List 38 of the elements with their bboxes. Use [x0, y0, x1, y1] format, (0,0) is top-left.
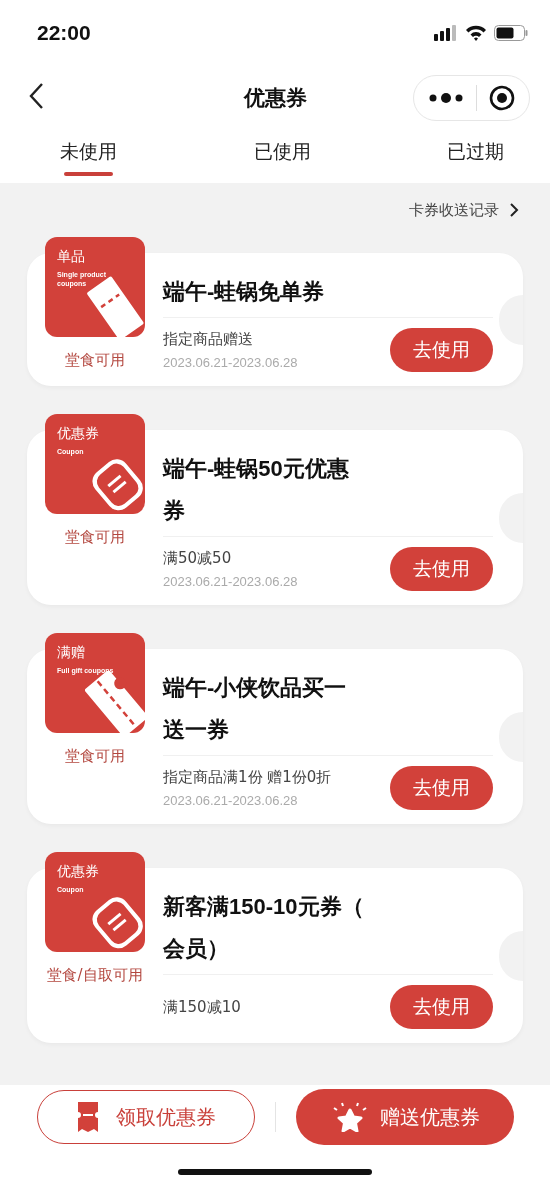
battery-icon — [494, 24, 528, 41]
receive-coupon-button[interactable]: 领取优惠券 — [36, 1090, 255, 1144]
usage-scope: 堂食可用 — [65, 747, 125, 766]
use-button[interactable]: 去使用 — [390, 547, 493, 591]
badge-label: 优惠券 — [57, 862, 100, 880]
use-button[interactable]: 去使用 — [390, 328, 493, 372]
badge-label: 单品 — [57, 247, 86, 265]
gift-coupon-button[interactable]: 赠送优惠券 — [295, 1089, 514, 1145]
page-title: 优惠券 — [243, 84, 307, 112]
coupon-condition: 指定商品赠送 — [163, 330, 254, 349]
coupon-title: 新客满150-10元券（会员） — [163, 893, 365, 963]
validity-period: 2023.06.21-2023.06.28 — [163, 574, 298, 589]
wifi-icon — [465, 24, 487, 41]
status-time: 22:00 — [37, 20, 91, 45]
coupon-condition: 满150减10 — [163, 997, 241, 1017]
close-target-icon[interactable] — [489, 84, 515, 111]
coupon-title: 端午-蛙锅免单券 — [163, 278, 326, 306]
use-button[interactable]: 去使用 — [390, 985, 493, 1029]
badge-label: 优惠券 — [57, 424, 100, 442]
usage-scope: 堂食可用 — [65, 528, 125, 547]
tab[interactable]: 已使用 — [245, 130, 319, 174]
validity-period: 2023.06.21-2023.06.28 — [163, 793, 299, 808]
tab[interactable]: 已过期 — [439, 130, 512, 174]
tab[interactable]: 未使用 — [52, 130, 125, 174]
usage-scope: 堂食/自取可用 — [47, 966, 143, 985]
usage-scope: 堂食可用 — [65, 351, 125, 370]
coupon-title: 端午-蛙锅50元优惠券 — [163, 455, 350, 525]
chevron-right-icon — [509, 202, 519, 218]
coupon-condition: 指定商品满1份 赠1份0折 — [163, 768, 332, 787]
ticket-icon — [75, 1102, 100, 1132]
coupon-title: 端午-小侠饮品买一送一券 — [163, 674, 348, 744]
use-button[interactable]: 去使用 — [390, 766, 493, 810]
signal-icon — [434, 24, 458, 41]
badge-label: 满赠 — [57, 643, 86, 661]
history-link[interactable]: 卡券收送记录 — [409, 200, 499, 220]
coupon-condition: 满50减50 — [163, 549, 233, 568]
validity-period: 2023.06.21-2023.06.28 — [163, 355, 298, 370]
more-icon[interactable] — [428, 91, 464, 104]
